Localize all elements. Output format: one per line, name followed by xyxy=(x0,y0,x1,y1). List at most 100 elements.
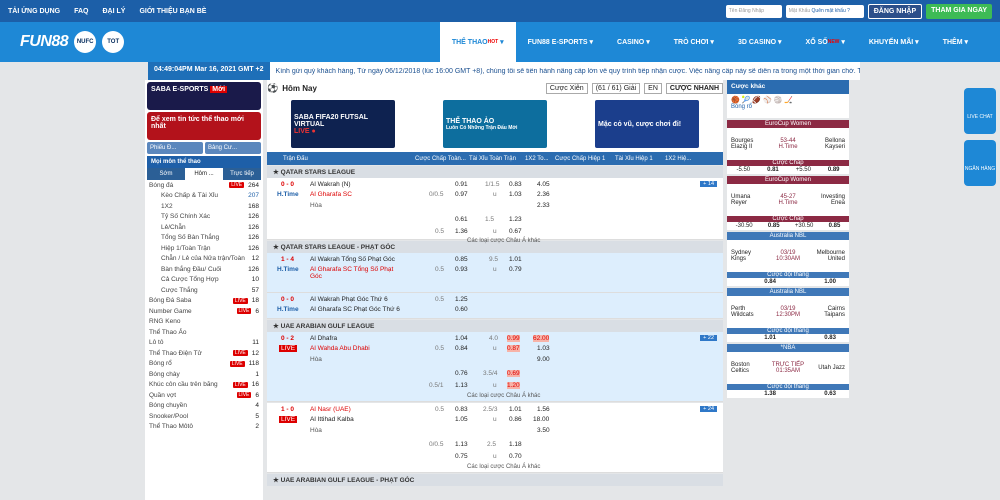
match-card[interactable]: EuroCup Women Bourges Elazig Il 53-44 H.Tim… xyxy=(727,120,849,174)
agent-link[interactable]: ĐẠI LÝ xyxy=(102,8,125,15)
odds-cell[interactable]: 0.67 xyxy=(509,228,522,235)
match-card[interactable]: *NBA Boston Celtics TRỰC TIẾP 01:35AM Utah J… xyxy=(727,344,849,398)
odds-cell[interactable]: 1.03 xyxy=(537,345,550,352)
saba-fifa-ad[interactable]: SABA FIFA20 FUTSAL VIRTUAL LIVE ● xyxy=(291,100,395,148)
other-bets-header[interactable]: Cược khác xyxy=(727,80,849,94)
card-odds-away[interactable]: 1.00 xyxy=(824,279,836,285)
odds-cell[interactable]: 0.84 xyxy=(455,345,468,352)
announcement-marquee[interactable]: Kính gửi quý khách hàng, Từ ngày 06/12/2… xyxy=(270,68,860,75)
today-tab[interactable]: Hôm ... xyxy=(185,168,223,180)
odds-cell[interactable]: 1.01 xyxy=(509,256,522,263)
bank-button[interactable]: NGÂN HÀNG xyxy=(964,140,996,186)
app-download-link[interactable]: TẢI ỨNG DỤNG xyxy=(8,8,60,15)
odds-cell[interactable]: 1.25 xyxy=(455,296,468,303)
sport-item[interactable]: Khúc côn cầu trên băng LIVE 16 xyxy=(145,380,263,391)
password-field[interactable]: Mật Khẩu Quên mật khẩu ? xyxy=(785,4,864,18)
odds-cell[interactable]: 1.04 xyxy=(455,335,468,342)
nav-esports[interactable]: FUN88 E-SPORTS ▾ xyxy=(516,22,605,62)
league-count[interactable]: (61 / 61) Giải xyxy=(591,82,641,94)
card-odds-home[interactable]: 0.81 xyxy=(767,167,779,173)
nav-more[interactable]: THÊM ▾ xyxy=(931,22,980,62)
more-bets-count[interactable]: + 22 xyxy=(700,335,717,341)
odds-cell[interactable]: 0.60 xyxy=(455,306,468,313)
nav-games[interactable]: TRÒ CHƠI ▾ xyxy=(662,22,726,62)
nav-3d-casino[interactable]: 3D CASINO ▾ xyxy=(726,22,794,62)
match-card[interactable]: EuroCup Women Umana Reyer 45-27 H.Time Inves… xyxy=(727,176,849,230)
early-tab[interactable]: Sớm xyxy=(147,168,185,180)
sport-item[interactable]: Cả Cược Tổng Hợp 10 xyxy=(145,275,263,286)
sport-item[interactable]: Chẵn / Lẻ của Nửa trận/Toàn 12 xyxy=(145,254,263,265)
sport-item[interactable]: Tỷ Số Chính Xác 126 xyxy=(145,212,263,223)
sport-item[interactable]: 1X2 168 xyxy=(145,201,263,212)
odds-cell[interactable]: 1.13 xyxy=(455,382,468,389)
cheer-ad[interactable]: Mặc cỏ vũ, cược chơi đi! xyxy=(595,100,699,148)
sport-item[interactable]: Tổng Số Bàn Thắng 126 xyxy=(145,233,263,244)
odds-cell[interactable]: 0.86 xyxy=(509,416,522,423)
odds-cell[interactable]: 9.00 xyxy=(537,356,550,363)
odds-cell[interactable]: 0.61 xyxy=(455,216,468,223)
language-select[interactable]: EN xyxy=(644,82,662,94)
odds-cell[interactable]: 62.00 xyxy=(533,335,550,342)
card-odds-away[interactable]: 0.89 xyxy=(828,167,840,173)
sport-item[interactable]: Quần vợt LIVE 6 xyxy=(145,390,263,401)
odds-cell[interactable]: 0.85 xyxy=(455,256,468,263)
sports-news-banner[interactable]: Để xem tin tức thể thao mới nhất xyxy=(147,112,261,140)
odds-cell[interactable]: 2.36 xyxy=(537,191,550,198)
sport-item[interactable]: Number Game LIVE 6 xyxy=(145,306,263,317)
odds-cell[interactable]: 1.36 xyxy=(455,228,468,235)
odds-cell[interactable]: 0.83 xyxy=(509,181,522,188)
odds-cell[interactable]: 2.33 xyxy=(537,202,550,209)
more-bets-count[interactable]: + 14 xyxy=(700,181,717,187)
login-button[interactable]: ĐĂNG NHẬP xyxy=(867,3,923,19)
fun88-logo[interactable]: FUN88 xyxy=(20,33,69,51)
sport-item[interactable]: Thể Thao Điện Tử LIVE 12 xyxy=(145,348,263,359)
all-sports-header[interactable]: Mọi môn thể thao xyxy=(147,156,261,168)
referral-link[interactable]: GIỚI THIỆU BẠN BÈ xyxy=(139,8,206,15)
odds-cell[interactable]: 0.87 xyxy=(507,345,520,352)
quick-bet-toggle[interactable]: CƯỢC NHANH xyxy=(665,82,723,94)
odds-cell[interactable]: 0.99 xyxy=(507,335,520,342)
odds-cell[interactable]: 1.01 xyxy=(509,406,522,413)
sport-item[interactable]: Hiệp 1/Toàn Trận 126 xyxy=(145,243,263,254)
sport-item[interactable]: Lẻ/Chẵn 126 xyxy=(145,222,263,233)
nav-casino[interactable]: CASINO ▾ xyxy=(605,22,662,62)
sport-item[interactable]: Lô tô 11 xyxy=(145,338,263,349)
sport-item[interactable]: Bóng Đá Saba LIVE 18 xyxy=(145,296,263,307)
more-markets-link[interactable]: Các loại cược Châu Á khác xyxy=(467,238,540,244)
odds-cell[interactable]: 1.03 xyxy=(509,191,522,198)
join-button[interactable]: THAM GIA NGAY xyxy=(926,3,992,19)
match-card[interactable]: Australia NBL Perth Wildcats 03/19 12:30PM C… xyxy=(727,288,849,342)
odds-cell[interactable]: 0.69 xyxy=(507,370,520,377)
more-markets-link[interactable]: Các loại cược Châu Á khác xyxy=(467,464,540,470)
odds-cell[interactable]: 0.75 xyxy=(455,453,468,460)
odds-cell[interactable]: 0.76 xyxy=(455,370,468,377)
card-odds-away[interactable]: 0.85 xyxy=(829,223,841,229)
league-header[interactable]: ★ QATAR STARS LEAGUE xyxy=(267,166,723,178)
odds-cell[interactable]: 1.13 xyxy=(455,441,468,448)
match-card[interactable]: Australia NBL Sydney Kings 03/19 10:30AM Mel… xyxy=(727,232,849,286)
league-header[interactable]: ★ UAE ARABIAN GULF LEAGUE - PHẠT GÓC xyxy=(267,474,723,486)
odds-cell[interactable]: 1.20 xyxy=(507,382,520,389)
live-tab[interactable]: Trực tiếp xyxy=(223,168,261,180)
sport-item[interactable]: RNG Keno xyxy=(145,317,263,328)
nav-promotions[interactable]: KHUYẾN MÃI ▾ xyxy=(857,22,931,62)
odds-cell[interactable]: 0.93 xyxy=(455,266,468,273)
sport-item[interactable]: Bóng rổ LIVE 118 xyxy=(145,359,263,370)
sport-item[interactable]: Bóng chày 1 xyxy=(145,369,263,380)
parlay-button[interactable]: Cược Xiên xyxy=(545,82,588,94)
virtual-sports-ad[interactable]: THỂ THAO ẢO Luôn Có Những Trận Đấu Mới xyxy=(443,100,547,148)
odds-cell[interactable]: 1.23 xyxy=(509,216,522,223)
odds-cell[interactable]: 0.83 xyxy=(455,406,468,413)
sport-item[interactable]: Bóng đá LIVE 264 xyxy=(145,180,263,191)
sport-item[interactable]: Thể Thao Ảo xyxy=(145,327,263,338)
more-bets-count[interactable]: + 24 xyxy=(700,406,717,412)
sport-item[interactable]: Bàn thắng Đầu/ Cuối 126 xyxy=(145,264,263,275)
nav-lottery[interactable]: XỔ SỐ NEW ▾ xyxy=(794,22,857,62)
saba-esports-banner[interactable]: SABA E-SPORTS Mới xyxy=(147,82,261,110)
username-field[interactable]: Tên Đăng Nhập xyxy=(725,4,782,18)
sport-item[interactable]: Snooker/Pool 5 xyxy=(145,411,263,422)
odds-cell[interactable]: 0.79 xyxy=(509,266,522,273)
sport-item[interactable]: Bóng chuyền 4 xyxy=(145,401,263,412)
card-odds-away[interactable]: 0.63 xyxy=(824,391,836,397)
odds-cell[interactable]: 4.05 xyxy=(537,181,550,188)
